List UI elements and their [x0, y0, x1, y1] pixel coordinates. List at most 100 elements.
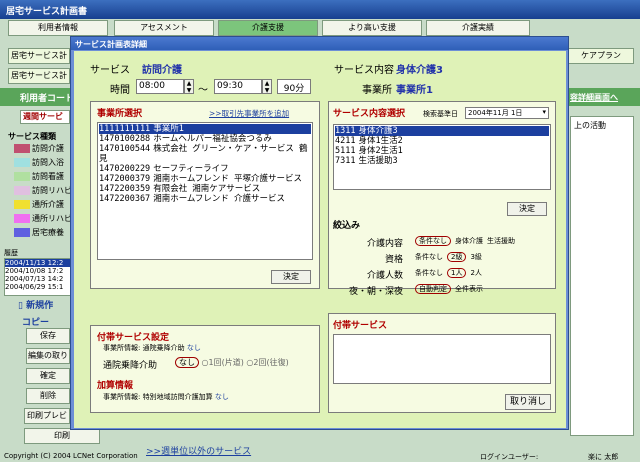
tab-care-plan-2[interactable]: 居宅サービス計: [8, 68, 70, 84]
filter-options[interactable]: 自動判定 全件表示: [415, 284, 487, 294]
office-list-item[interactable]: 1472200359 有限会社 湘南ケアサービス: [99, 184, 311, 194]
office-list[interactable]: 1111111111 事業所1 1470100288 ホームヘルパー福祉協会つるみ 14…: [97, 122, 313, 260]
service-kind-title: サービス種類: [8, 132, 56, 141]
history-item[interactable]: 2004/11/13 12:2: [5, 259, 71, 267]
filter-option[interactable]: 2人: [470, 269, 481, 277]
filter-options[interactable]: 条件なし 1人 2人: [415, 268, 486, 278]
service-kind-item[interactable]: 訪問リハビ: [14, 185, 72, 197]
service-kind-item[interactable]: 訪問看護: [14, 171, 64, 183]
filter-option[interactable]: 条件なし: [415, 236, 451, 246]
extra-info2-label: 事業所情報: 特別地域訪問介護加算: [103, 393, 213, 401]
duration-field: 90分: [277, 79, 311, 94]
tab-user-info[interactable]: 利用者情報: [8, 20, 108, 36]
history-item[interactable]: 2004/07/13 14:2: [5, 275, 71, 283]
filter-option[interactable]: 3級: [470, 253, 481, 261]
ride-opt-one[interactable]: 1回(片道): [209, 358, 244, 367]
office-list-item[interactable]: 1470200229 セーフティーライフ: [99, 164, 311, 174]
filter-option[interactable]: 条件なし: [415, 269, 443, 277]
office-name: 有限会社 湘南ケアサービス: [153, 184, 261, 194]
content-list-item[interactable]: 5111 身体2生活1: [335, 146, 549, 156]
filter-options[interactable]: 条件なし 身体介護 生活援助: [415, 236, 519, 246]
confirm-button[interactable]: 確定: [26, 368, 70, 384]
start-time-input[interactable]: 08:00: [136, 79, 184, 94]
weekly-tab[interactable]: 週間サービ: [20, 110, 70, 124]
office-list-item[interactable]: 1472200367 湘南ホームフレンド 介護サービス: [99, 194, 311, 204]
edit-cancel-button[interactable]: 編集の取り: [26, 348, 70, 364]
filter-option[interactable]: 条件なし: [415, 253, 443, 261]
service-kind-item[interactable]: 訪問介護: [14, 143, 64, 155]
office-name: 事業所1: [153, 124, 184, 134]
login-label: ログインユーザー:: [480, 453, 539, 461]
end-time-spinner[interactable]: ▲ ▼: [262, 79, 272, 94]
content-value: 身体介護3: [396, 65, 443, 76]
service-label: サービス: [90, 65, 130, 76]
content-select-title: サービス内容選択: [333, 109, 406, 119]
filter-option[interactable]: 身体介護: [455, 237, 483, 245]
filter-option[interactable]: 生活援助: [487, 237, 515, 245]
content-list[interactable]: 1311 身体介護3 4211 身体1生活2 5111 身体2生活1 7311 生活援助3: [333, 124, 551, 190]
tab-care-plan-1[interactable]: 居宅サービス計: [8, 48, 70, 64]
service-kind-item[interactable]: 通所リハビ: [14, 213, 72, 225]
filter-option[interactable]: 1人: [447, 268, 467, 278]
tab-care-results[interactable]: 介護実績: [426, 20, 530, 36]
add-office-link[interactable]: >>取引先事業所を追加: [209, 108, 289, 119]
delete-button[interactable]: 削除: [26, 388, 70, 404]
tab-higher-support[interactable]: より高い支援: [322, 20, 422, 36]
extra-service-textarea[interactable]: [333, 334, 551, 384]
schedule-grid[interactable]: 上の活動: [570, 116, 634, 436]
history-item[interactable]: 2004/10/08 17:2: [5, 267, 71, 275]
content-list-item[interactable]: 7311 生活援助3: [335, 156, 549, 166]
end-time-input[interactable]: 09:30: [214, 79, 262, 94]
content-ok-button[interactable]: 決定: [507, 202, 547, 216]
content-list-item[interactable]: 4211 身体1生活2: [335, 136, 549, 146]
office-list-item[interactable]: 1470100544 株式会社 グリーン・ケア・サービス 鶴見: [99, 144, 311, 164]
tab-assessment[interactable]: アセスメント: [114, 20, 214, 36]
service-kind-item[interactable]: 居宅療養: [14, 227, 64, 239]
print-button[interactable]: 印刷: [24, 428, 100, 444]
content-label: サービス内容: [334, 65, 394, 76]
content-code: 7311: [335, 156, 356, 166]
other-services-link[interactable]: >>週単位以外のサービス: [146, 444, 251, 457]
content-list-item[interactable]: 1311 身体介護3: [335, 126, 549, 136]
detail-link[interactable]: 容詳細画面へ: [570, 92, 618, 103]
filter-options[interactable]: 条件なし 2級 3級: [415, 252, 486, 262]
ride-opt-none[interactable]: なし: [175, 357, 199, 368]
search-date-select[interactable]: 2004年11月 1日 ▾: [465, 107, 549, 119]
tab-care-support[interactable]: 介護支援: [218, 20, 318, 36]
start-time-spinner[interactable]: ▲ ▼: [184, 79, 194, 94]
service-kind-label: 訪問リハビ: [32, 186, 72, 195]
office-list-item[interactable]: 1111111111 事業所1: [99, 124, 311, 134]
service-kind-label: 訪問看護: [32, 172, 64, 181]
extra-service-box-title: 付帯サービス: [333, 321, 388, 331]
office-name: 湘南ホームフレンド 介護サービス: [153, 194, 286, 204]
history-item[interactable]: 2004/06/29 15:1: [5, 283, 71, 291]
service-kind-item[interactable]: 通所介護: [14, 199, 64, 211]
office-code: 1470200229: [99, 164, 151, 174]
print-preview-button[interactable]: 印刷プレビ: [24, 408, 70, 424]
filter-option[interactable]: 2級: [447, 252, 467, 262]
window-title: 居宅サービス計画書: [0, 0, 640, 19]
filter-option[interactable]: 自動判定: [415, 284, 451, 294]
time-label: 時間: [110, 85, 130, 96]
ride-opt-two[interactable]: 2回(往復): [253, 358, 288, 367]
office-ok-button[interactable]: 決定: [271, 270, 311, 284]
new-create-link[interactable]: ▯ 新規作: [18, 298, 53, 311]
office-code: 1472200367: [99, 194, 151, 204]
cancel-button[interactable]: 取り消し: [505, 394, 551, 410]
extra-info1-label: 事業所情報: 通院乗降介助: [103, 344, 185, 352]
office-name: 湘南ホームフレンド 平塚介護サービス: [153, 174, 303, 184]
ride-options[interactable]: なし ○1回(片道) ○2回(往復): [175, 357, 289, 368]
extra-service-panel: 付帯サービス設定 事業所情報: 通院乗降介助 なし 通院乗降介助 なし ○1回(…: [90, 325, 320, 413]
office-list-item[interactable]: 1470100288 ホームヘルパー福祉協会つるみ: [99, 134, 311, 144]
copy-link[interactable]: コピー: [22, 315, 49, 328]
service-kind-item[interactable]: 訪問入浴: [14, 157, 64, 169]
tab-care-plan-3[interactable]: ケアプラン: [568, 48, 634, 64]
office-name: ホームヘルパー福祉協会つるみ: [153, 134, 272, 144]
office-list-item[interactable]: 1472000379 湘南ホームフレンド 平塚介護サービス: [99, 174, 311, 184]
content-code: 4211: [335, 136, 356, 146]
copyright: Copyright (C) 2004 LCNet Corporation: [4, 452, 138, 460]
filter-option[interactable]: 全件表示: [455, 285, 483, 293]
history-list[interactable]: 2004/11/13 12:2 2004/10/08 17:2 2004/07/…: [4, 258, 72, 296]
save-button[interactable]: 保存: [26, 328, 70, 344]
service-value: 訪問介護: [142, 65, 182, 76]
